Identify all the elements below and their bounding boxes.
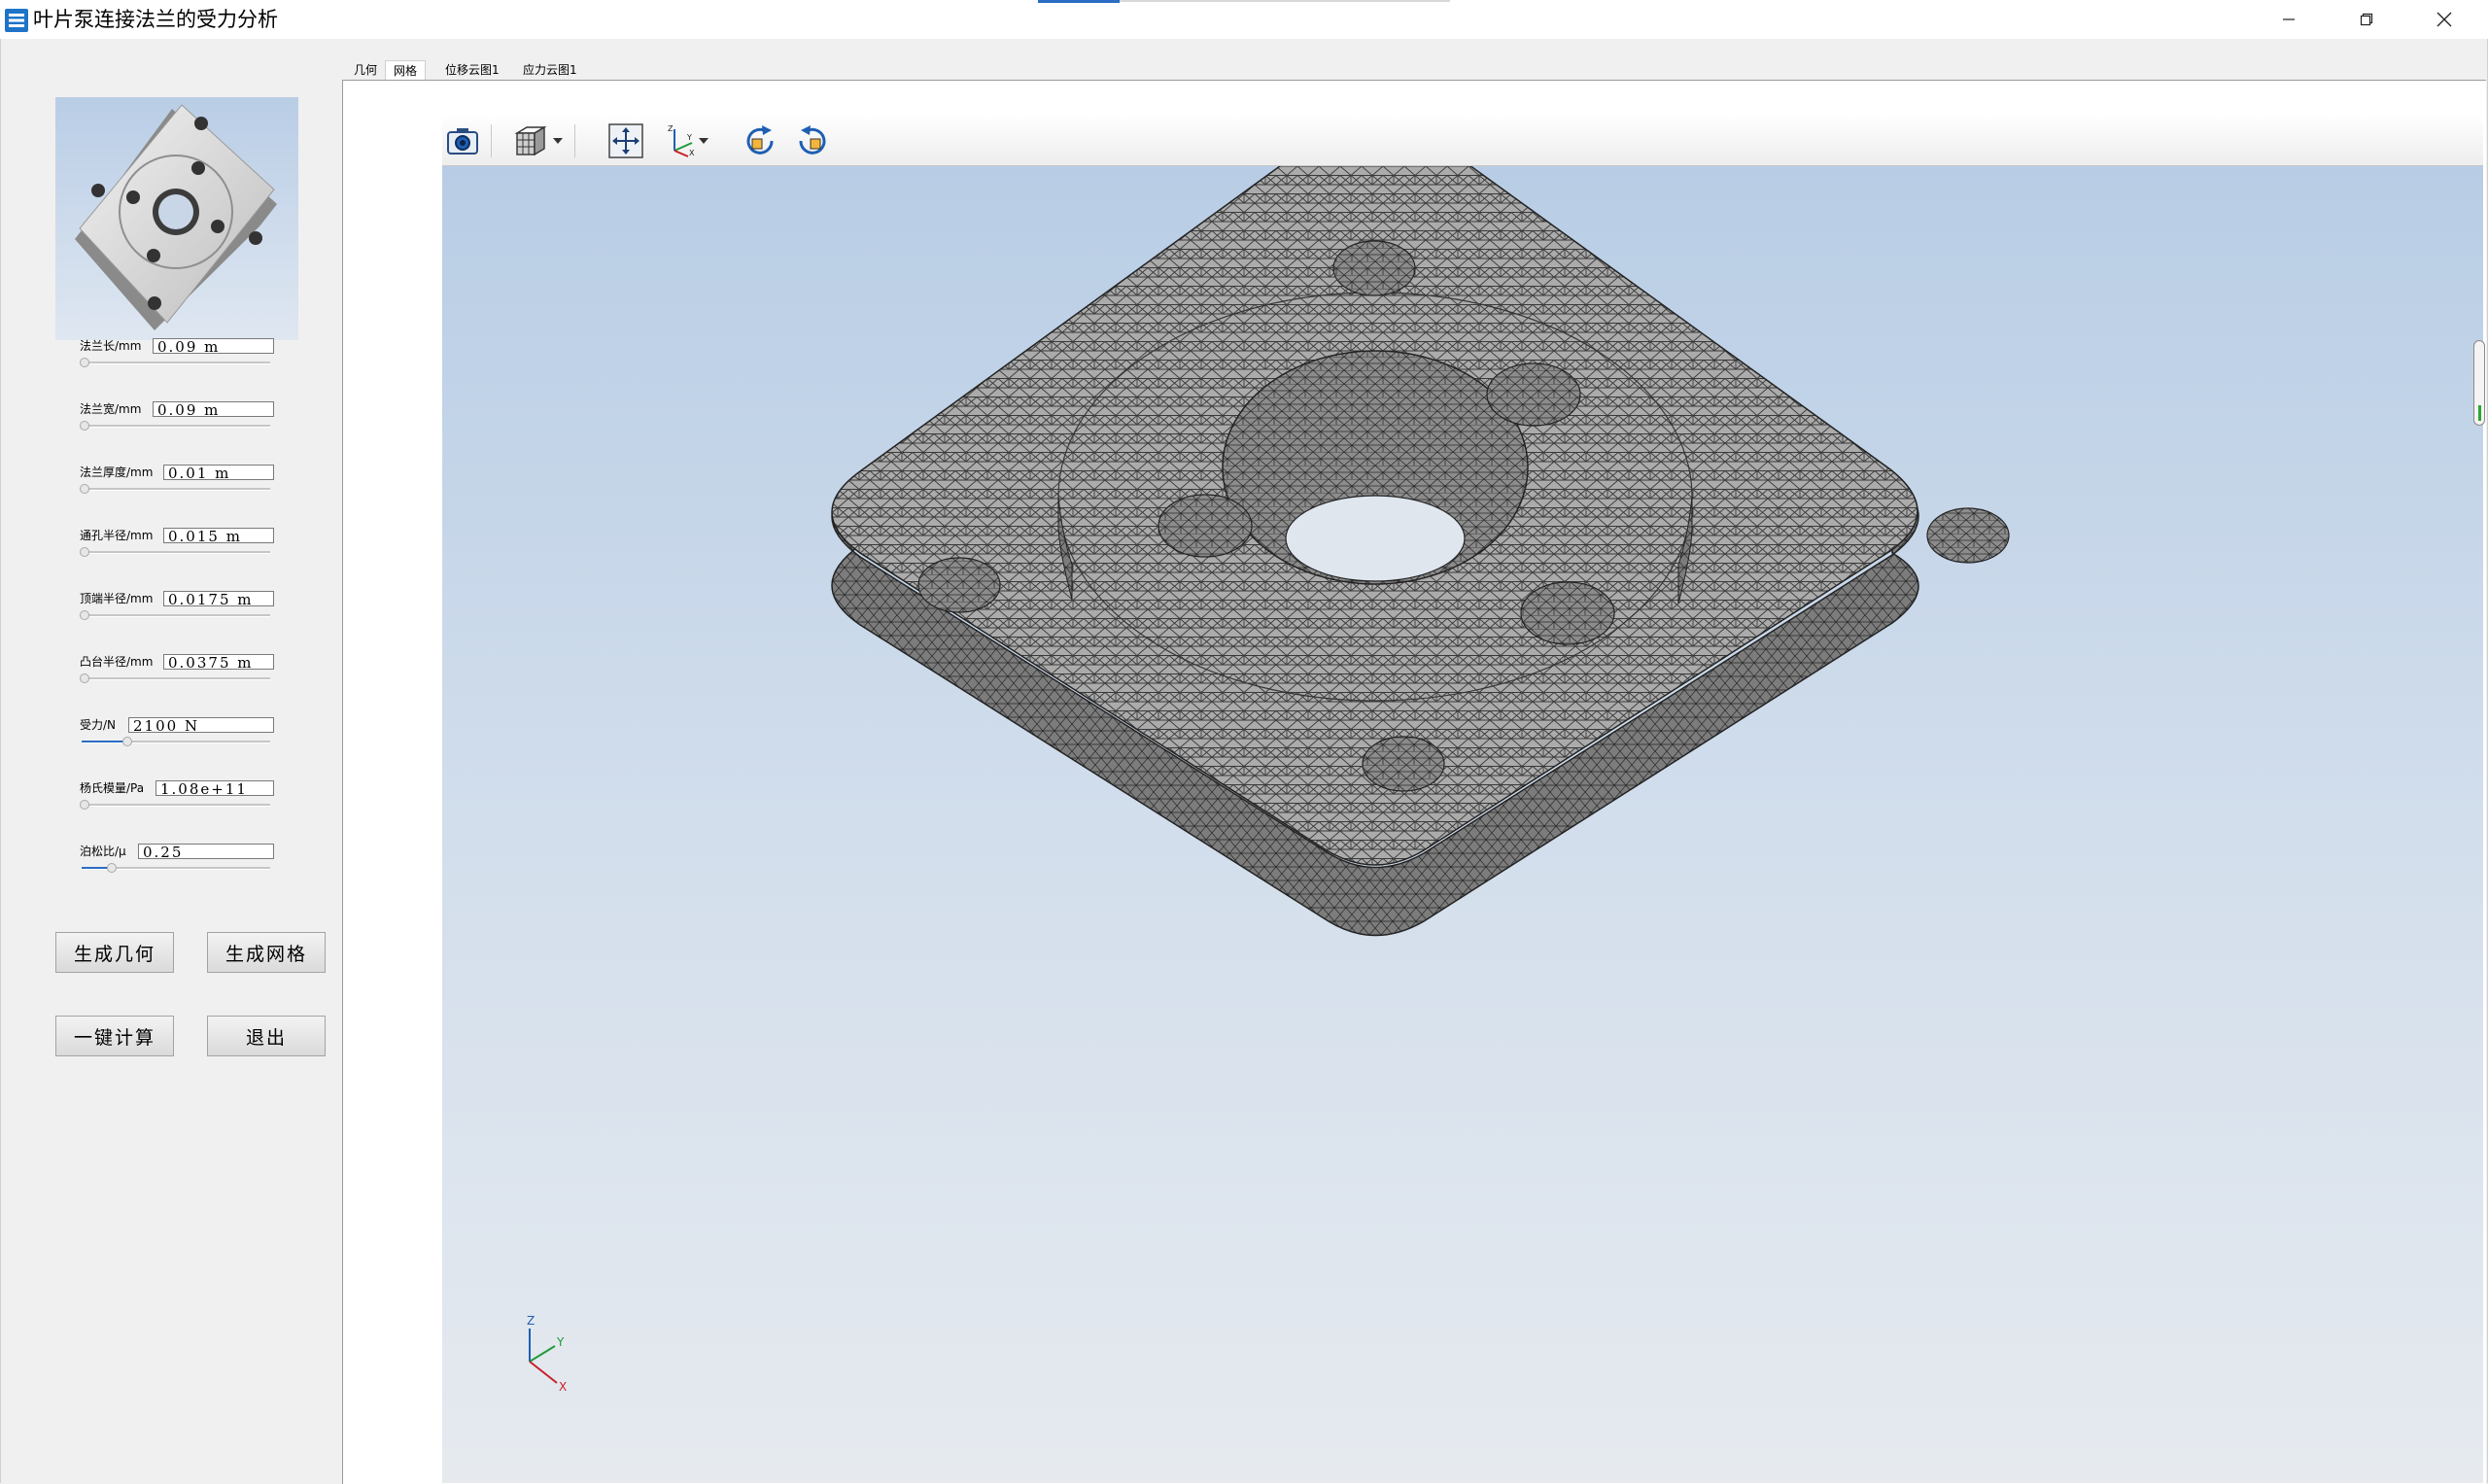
poisson-ratio-input[interactable]: 0.25 xyxy=(138,844,274,859)
fit-view-button[interactable] xyxy=(607,122,644,159)
generate-geometry-button[interactable]: 生成几何 xyxy=(55,932,174,973)
slider-handle[interactable] xyxy=(80,547,89,557)
tab-mesh[interactable]: 网格 xyxy=(385,60,427,80)
hole-radius-slider[interactable] xyxy=(80,547,270,557)
flange-mesh-model: Z Y X xyxy=(527,166,2010,1394)
youngs-modulus-slider[interactable] xyxy=(80,800,270,810)
slider-handle[interactable] xyxy=(122,737,132,746)
slider-handle[interactable] xyxy=(80,421,89,431)
slider-handle[interactable] xyxy=(80,610,89,620)
close-icon xyxy=(2436,12,2452,27)
boss-radius-slider[interactable] xyxy=(80,673,270,683)
param-force: 受力/N 2100 N xyxy=(80,717,274,756)
axis-x-label: X xyxy=(559,1380,567,1394)
app-icon xyxy=(5,9,28,32)
svg-text:Y: Y xyxy=(686,133,692,142)
flange-length-input[interactable]: 0.09 m xyxy=(153,338,274,354)
restore-button[interactable] xyxy=(2328,0,2405,39)
param-label: 通孔半径/mm xyxy=(80,529,154,542)
axis-z-label: Z xyxy=(527,1314,535,1328)
force-slider[interactable] xyxy=(82,737,270,746)
view-cube-icon xyxy=(514,125,547,156)
view-cube-button[interactable] xyxy=(512,122,549,159)
rotate-cw-button[interactable] xyxy=(742,122,778,159)
slider-handle[interactable] xyxy=(80,484,89,494)
svg-text:Z: Z xyxy=(668,124,674,133)
slider-handle[interactable] xyxy=(80,673,89,683)
hole-radius-input[interactable]: 0.015 m xyxy=(163,528,274,543)
3d-viewport[interactable]: Z Y X xyxy=(442,166,2483,1483)
exit-button[interactable]: 退出 xyxy=(207,1016,326,1056)
param-youngs-modulus: 杨氏模量/Pa 1.08e+11 xyxy=(80,780,274,819)
chevron-down-icon xyxy=(553,138,563,144)
toolbar-separator xyxy=(574,124,575,157)
flange-width-slider[interactable] xyxy=(80,421,270,431)
svg-text:X: X xyxy=(689,149,695,157)
param-label: 凸台半径/mm xyxy=(80,655,154,669)
rotate-ccw-button[interactable] xyxy=(794,122,831,159)
toolbar-separator xyxy=(491,124,492,157)
param-label: 法兰宽/mm xyxy=(80,402,142,416)
top-radius-input[interactable]: 0.0175 m xyxy=(163,591,274,606)
tab-displacement[interactable]: 位移云图1 xyxy=(437,60,507,80)
axis-orient-dropdown[interactable] xyxy=(697,122,710,159)
boss-radius-input[interactable]: 0.0375 m xyxy=(163,654,274,670)
param-boss-radius: 凸台半径/mm 0.0375 m xyxy=(80,654,274,693)
tab-geometry[interactable]: 几何 xyxy=(346,60,385,80)
flange-length-slider[interactable] xyxy=(80,358,270,367)
minimize-icon xyxy=(2283,18,2295,20)
scroll-indicator[interactable] xyxy=(2473,340,2485,426)
param-label: 法兰厚度/mm xyxy=(80,466,154,479)
fit-view-icon xyxy=(608,123,643,158)
top-radius-slider[interactable] xyxy=(80,610,270,620)
param-label: 受力/N xyxy=(80,718,117,732)
title-accent-line xyxy=(1120,0,1450,2)
slider-handle[interactable] xyxy=(107,863,117,873)
axis-orient-button[interactable]: Z Y X xyxy=(662,122,699,159)
viewer-toolbar: Z Y X xyxy=(442,115,2483,166)
title-bar: 叶片泵连接法兰的受力分析 xyxy=(0,0,2488,40)
force-input[interactable]: 2100 N xyxy=(128,717,274,733)
tab-stress[interactable]: 应力云图1 xyxy=(515,60,585,80)
view-cube-dropdown[interactable] xyxy=(551,122,565,159)
youngs-modulus-input[interactable]: 1.08e+11 xyxy=(156,780,274,796)
parameter-panel: 法兰长/mm 0.09 m 法兰宽/mm 0.09 m 法兰厚度/mm 0.01… xyxy=(0,39,342,1483)
param-flange-width: 法兰宽/mm 0.09 m xyxy=(80,401,274,440)
axis-y-label: Y xyxy=(556,1335,565,1349)
window-title: 叶片泵连接法兰的受力分析 xyxy=(33,8,278,31)
param-poisson-ratio: 泊松比/μ 0.25 xyxy=(80,844,274,882)
slider-handle[interactable] xyxy=(80,358,89,367)
restore-icon xyxy=(2360,13,2373,26)
flange-preview-image xyxy=(55,97,298,340)
generate-mesh-button[interactable]: 生成网格 xyxy=(207,932,326,973)
param-hole-radius: 通孔半径/mm 0.015 m xyxy=(80,528,274,567)
param-top-radius: 顶端半径/mm 0.0175 m xyxy=(80,591,274,630)
param-label: 泊松比/μ xyxy=(80,845,126,858)
title-accent-bar xyxy=(1038,0,1120,3)
param-label: 法兰长/mm xyxy=(80,339,142,353)
rotate-cw-icon xyxy=(746,125,774,155)
rotate-ccw-icon xyxy=(799,125,826,155)
minimize-button[interactable] xyxy=(2250,0,2328,39)
param-flange-thickness: 法兰厚度/mm 0.01 m xyxy=(80,465,274,503)
flange-thickness-input[interactable]: 0.01 m xyxy=(163,465,274,480)
axis-triad: Z Y X xyxy=(527,1314,567,1394)
axis-orient-icon: Z Y X xyxy=(668,124,695,157)
flange-width-input[interactable]: 0.09 m xyxy=(153,401,274,417)
chevron-down-icon xyxy=(699,138,708,144)
screenshot-button[interactable] xyxy=(444,122,481,159)
scroll-indicator-mark xyxy=(2478,405,2481,421)
param-label: 杨氏模量/Pa xyxy=(80,781,145,795)
param-label: 顶端半径/mm xyxy=(80,592,154,605)
slider-handle[interactable] xyxy=(80,800,89,810)
flange-thickness-slider[interactable] xyxy=(80,484,270,494)
compute-button[interactable]: 一键计算 xyxy=(55,1016,174,1056)
poisson-ratio-slider[interactable] xyxy=(82,863,270,873)
param-flange-length: 法兰长/mm 0.09 m xyxy=(80,338,274,377)
close-button[interactable] xyxy=(2405,0,2483,39)
camera-icon xyxy=(447,128,478,155)
